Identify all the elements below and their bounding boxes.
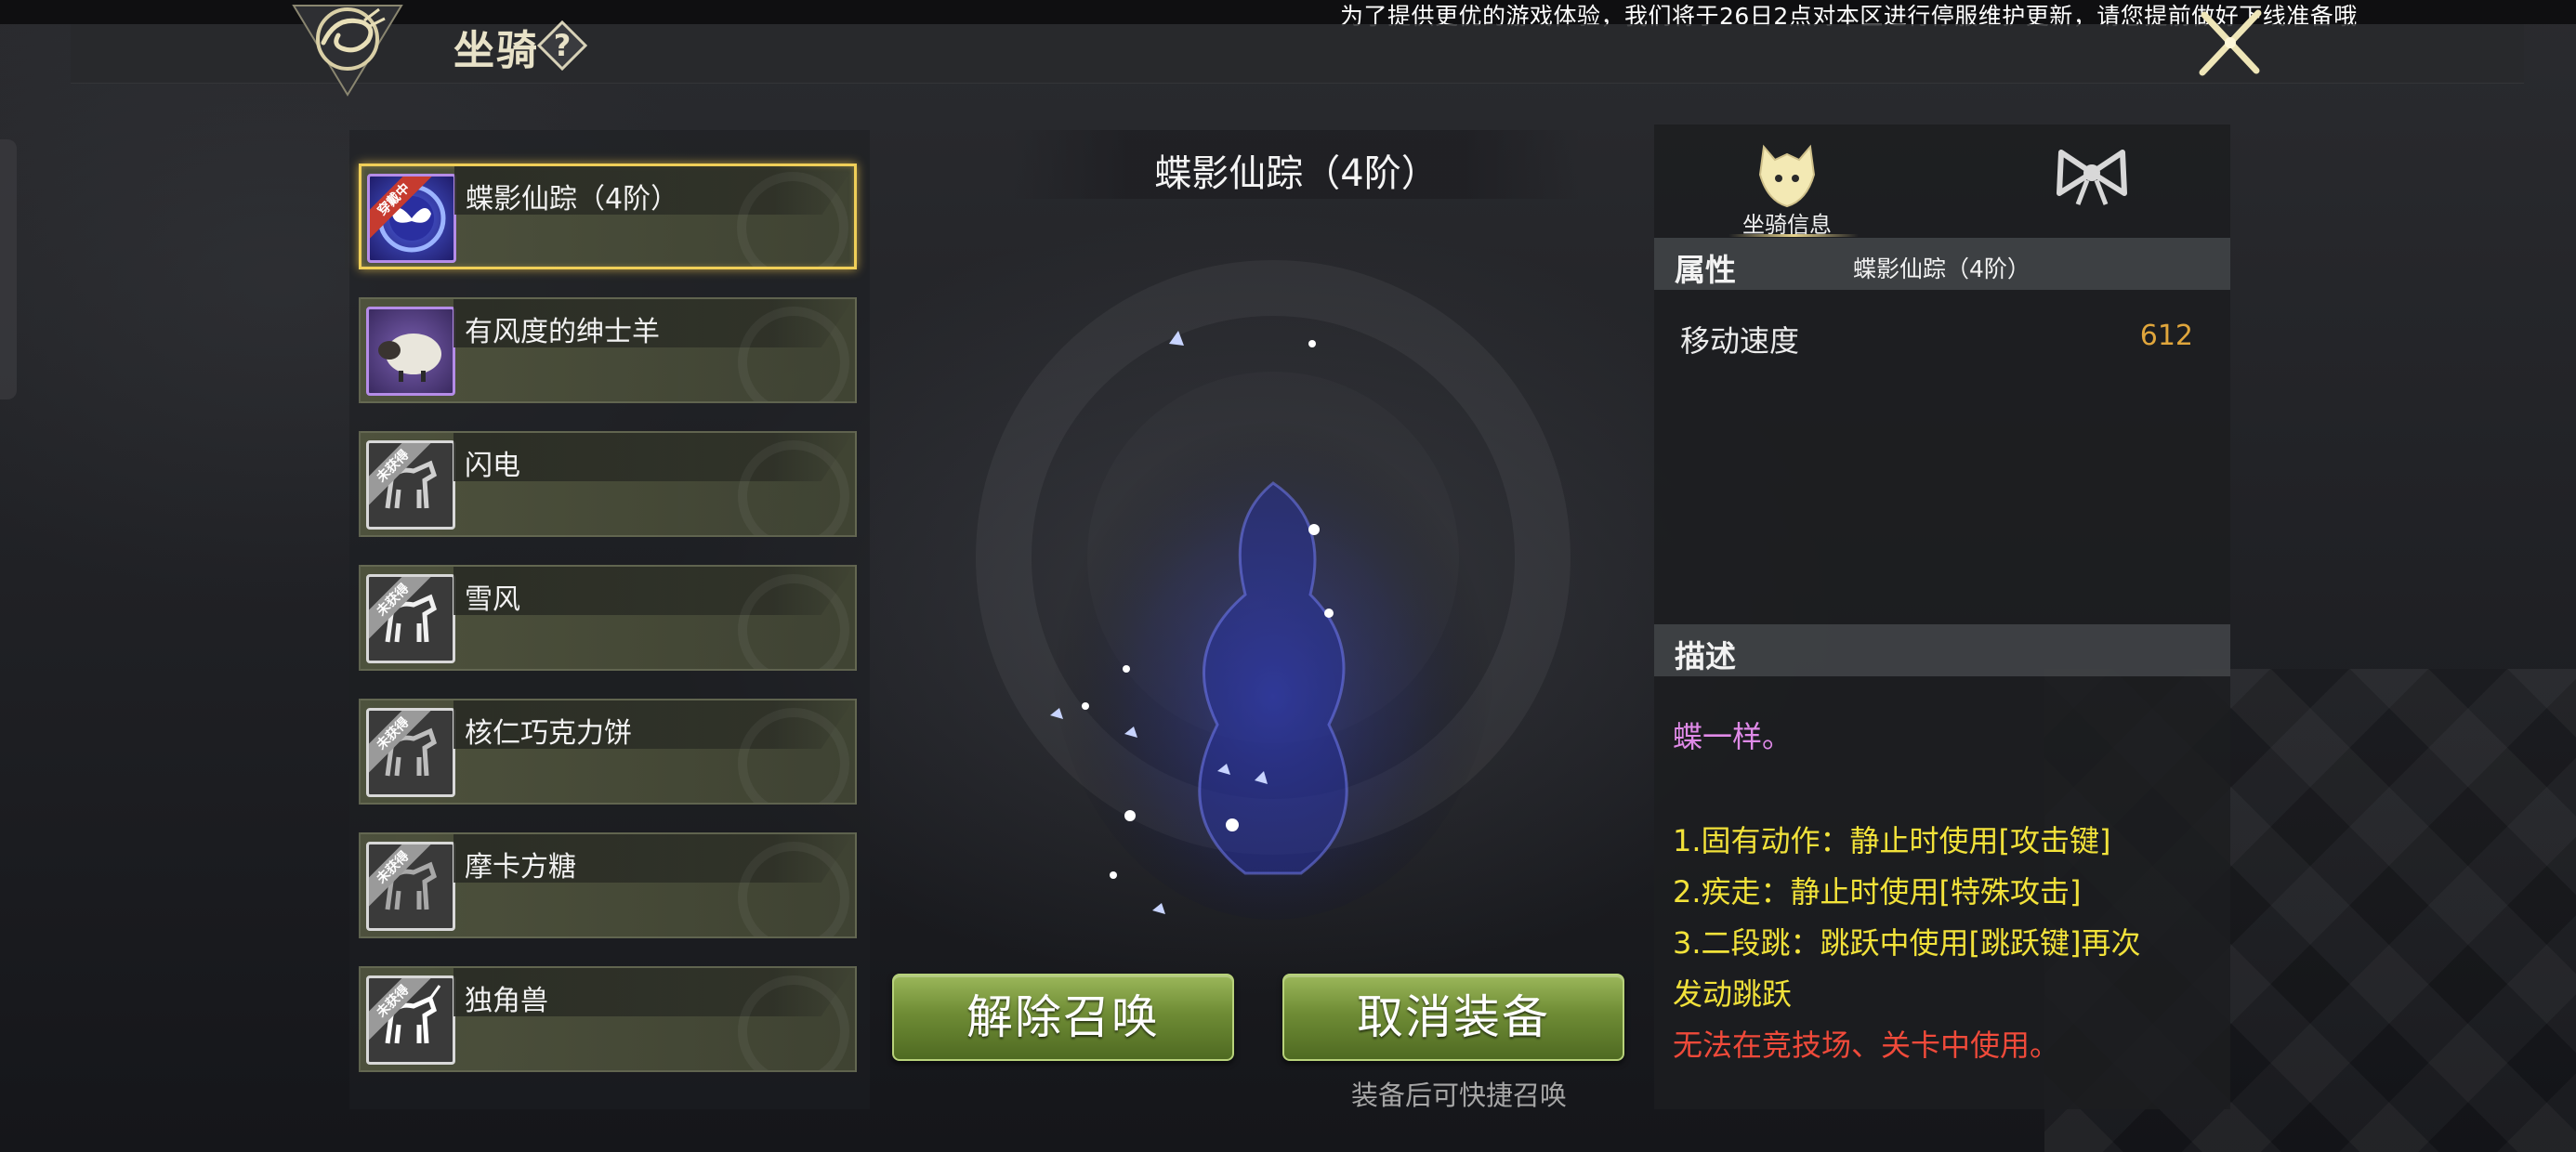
butterfly-mount-icon: 穿戴中 [367, 174, 456, 263]
mount-name: 闪电 [465, 450, 520, 482]
description-line: 无法在竞技场、关卡中使用。 [1673, 1028, 2060, 1063]
mount-name: 雪风 [465, 583, 520, 616]
mount-info-icon [1758, 144, 1816, 208]
horse-mount-icon: 未获得 [366, 842, 455, 931]
mount-card[interactable]: 未获得 摩卡方糖 [359, 832, 857, 938]
mount-card[interactable]: 未获得 闪电 [359, 431, 857, 537]
horse-mount-icon: 未获得 [366, 708, 455, 797]
header-bar [71, 24, 2524, 84]
mount-screen: 为了提供更优的游戏体验，我们将于26日2点对本区进行停服维护更新，请您提前做好下… [0, 0, 2576, 1152]
mount-card[interactable]: 有风度的绅士羊 [359, 297, 857, 403]
question-mark-icon[interactable]: ? [536, 20, 588, 72]
mount-card[interactable]: 未获得 雪风 [359, 565, 857, 671]
description-line: 发动跳跃 [1673, 976, 1793, 1012]
mount-card[interactable]: 未获得 核仁巧克力饼 [359, 699, 857, 805]
mount-3d-preview[interactable] [939, 204, 1608, 948]
unequip-button[interactable]: 取消装备 [1282, 974, 1624, 1061]
close-x-icon[interactable] [2195, 7, 2266, 78]
unicorn-mount-icon: 未获得 [366, 975, 455, 1065]
attributes-title: 属性 [1675, 252, 1736, 288]
description-title: 描述 [1675, 638, 1736, 674]
active-tab-indicator [1728, 234, 1859, 237]
mount-name: 核仁巧克力饼 [465, 717, 632, 750]
tab-mount-info[interactable]: 坐骑信息 [1717, 136, 1857, 240]
attributes-header: 属性 蝶影仙踪（4阶） [1654, 238, 2230, 290]
description-line: 蝶一样。 [1673, 719, 1793, 754]
mount-name: 有风度的绅士羊 [465, 316, 660, 348]
move-speed-label: 移动速度 [1680, 323, 1800, 359]
horse-mount-icon: 未获得 [366, 440, 455, 530]
mount-name: 独角兽 [465, 985, 548, 1017]
bow-icon [2057, 150, 2127, 205]
side-pull-tab[interactable] [0, 139, 17, 399]
dragon-emblem-icon [290, 2, 405, 98]
mount-name: 蝶影仙踪（4阶） [466, 183, 679, 216]
mount-name: 摩卡方糖 [465, 851, 576, 884]
tab-outfit[interactable] [2022, 136, 2162, 240]
description-header: 描述 [1654, 624, 2230, 676]
svg-text:?: ? [554, 28, 572, 63]
mount-card[interactable]: 穿戴中 蝶影仙踪（4阶） [359, 164, 857, 269]
description-line: 3.二段跳：跳跃中使用[跳跃键]再次 [1673, 925, 2141, 961]
dismiss-summon-button[interactable]: 解除召唤 [892, 974, 1234, 1061]
description-line: 2.疾走：静止时使用[特殊攻击] [1673, 874, 2082, 910]
preview-title-bar: 蝶影仙踪（4阶） [1013, 130, 1580, 199]
move-speed-value: 612 [2139, 320, 2193, 352]
preview-mount-name: 蝶影仙踪（4阶） [1154, 152, 1439, 195]
attributes-mount-name: 蝶影仙踪（4阶） [1853, 255, 2031, 282]
description-line: 1.固有动作：静止时使用[攻击键] [1673, 823, 2111, 858]
sheep-mount-icon [366, 307, 455, 396]
horse-mount-icon: 未获得 [366, 574, 455, 663]
mount-card[interactable]: 未获得 独角兽 [359, 966, 857, 1072]
summon-hint: 装备后可快捷召唤 [1350, 1080, 1567, 1111]
page-title: 坐骑 [453, 27, 539, 74]
